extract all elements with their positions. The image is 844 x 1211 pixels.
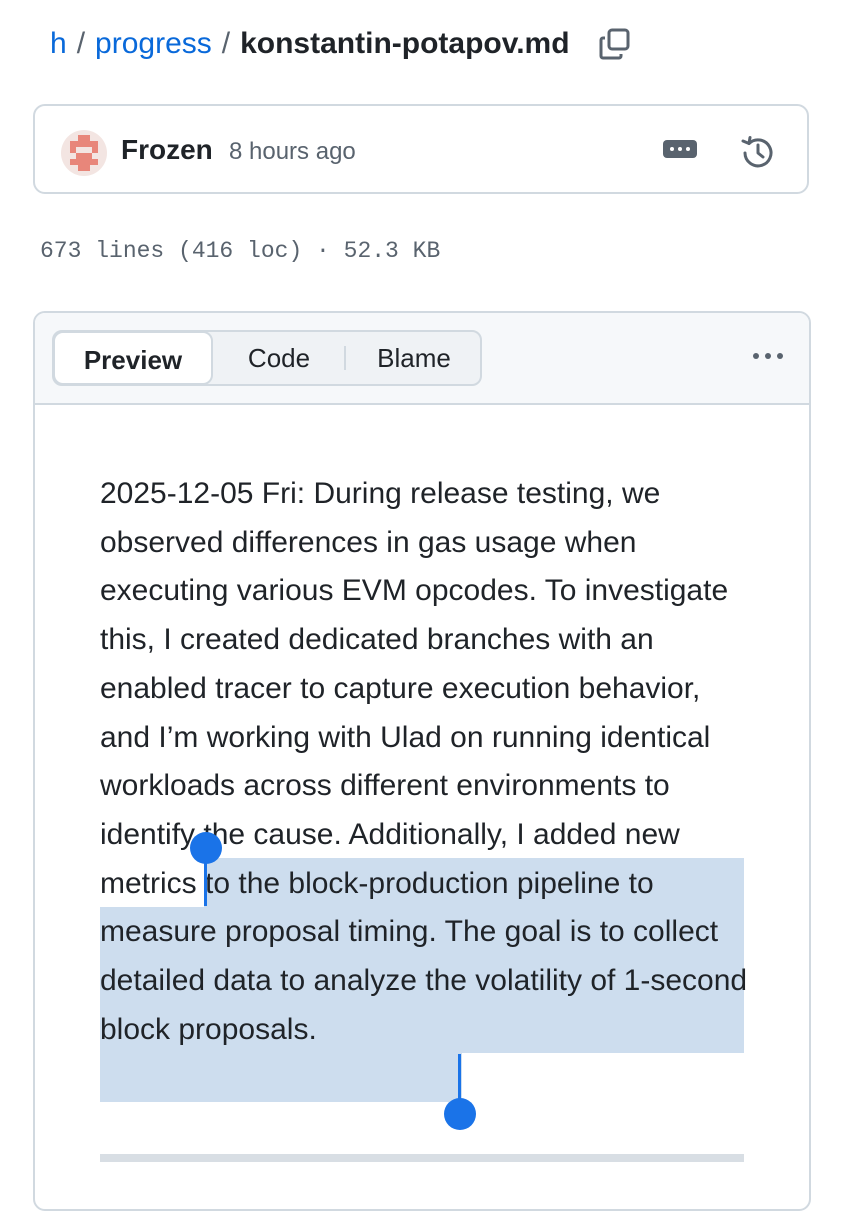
avatar[interactable] (61, 130, 107, 176)
more-options-icon[interactable] (753, 353, 783, 359)
breadcrumb-separator: / (76, 27, 86, 60)
selection-start-handle-knob[interactable] (190, 832, 222, 864)
breadcrumb-separator: / (221, 27, 231, 60)
tab-blame[interactable]: Blame (346, 332, 482, 384)
markdown-paragraph: 2025-12-05 Fri: During release testing, … (100, 477, 748, 1046)
file-name: konstantin-potapov.md (240, 27, 570, 60)
text-selection (100, 1053, 462, 1102)
history-icon[interactable] (739, 134, 777, 172)
file-info: 673 lines (416 loc) · 52.3 KB (40, 238, 441, 264)
ellipsis-icon[interactable] (663, 140, 697, 158)
commit-time: 8 hours ago (229, 138, 356, 165)
selection-end-handle-knob[interactable] (444, 1098, 476, 1130)
commit-author[interactable]: Frozen (121, 134, 213, 166)
breadcrumb-folder-link[interactable]: progress (95, 27, 212, 61)
tab-preview[interactable]: Preview (53, 331, 213, 385)
breadcrumb: h / progress / konstantin-potapov.md (50, 22, 632, 66)
latest-commit-box: Frozen 8 hours ago (33, 104, 809, 194)
breadcrumb-root-link[interactable]: h (50, 27, 67, 61)
horizontal-rule (100, 1154, 744, 1162)
view-mode-tabs: Preview Code Blame (52, 330, 482, 386)
tab-code[interactable]: Code (214, 332, 344, 384)
file-header: Preview Code Blame (35, 313, 809, 405)
copy-icon[interactable] (598, 27, 632, 61)
